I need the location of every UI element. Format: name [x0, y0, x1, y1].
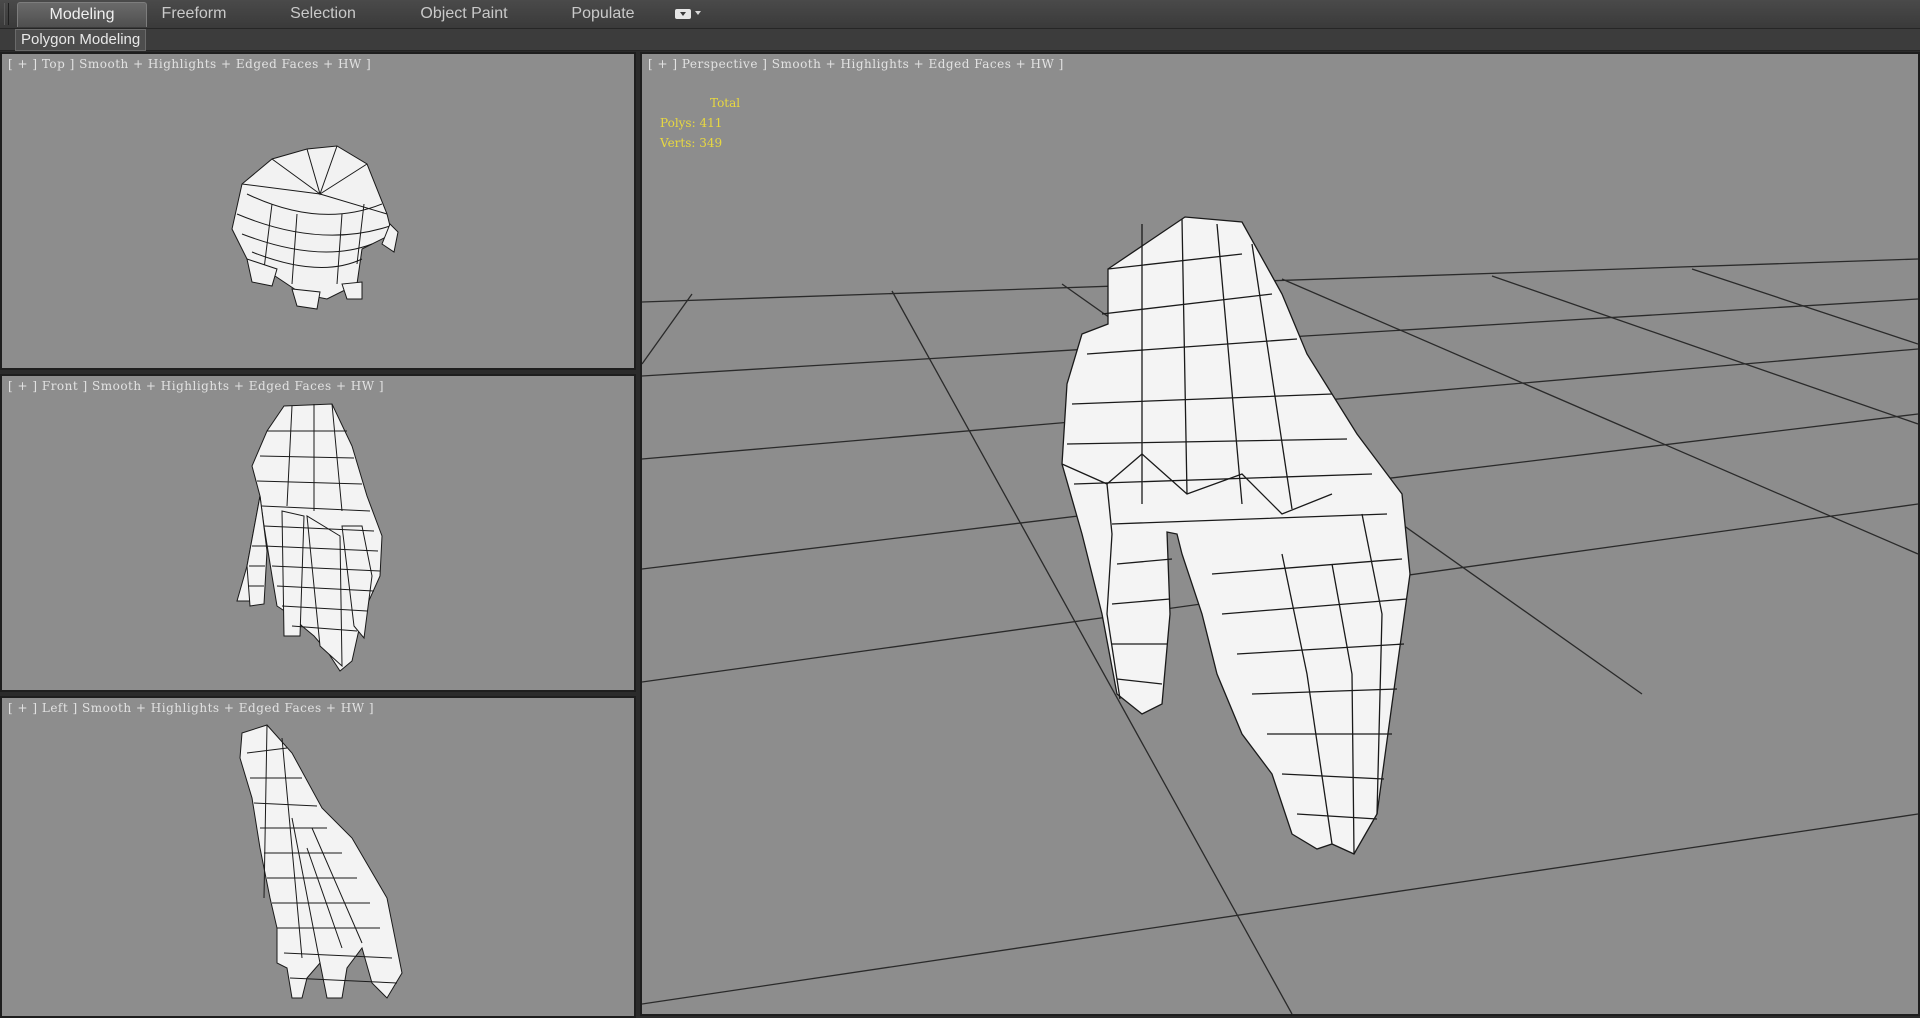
top-view-hand-mesh [231, 145, 399, 310]
chevron-down-icon [695, 11, 701, 15]
viewport-top[interactable]: [ + ] Top ] Smooth + Highlights + Edged … [0, 52, 636, 370]
tab-object-paint[interactable]: Object Paint [412, 2, 516, 26]
perspective-scene [642, 216, 1918, 1014]
ribbon-options-box [675, 9, 691, 19]
viewport-perspective[interactable]: [ + ] Perspective ] Smooth + Highlights … [640, 52, 1920, 1016]
tab-selection[interactable]: Selection [275, 2, 371, 26]
tab-freeform[interactable]: Freeform [148, 2, 240, 26]
hand-mesh [1061, 216, 1411, 855]
ribbon-tab-bar: Modeling Freeform Selection Object Paint… [0, 0, 1920, 29]
front-view-hand-mesh [236, 403, 383, 672]
polygon-modeling-panel-button[interactable]: Polygon Modeling [15, 29, 147, 51]
ribbon-options-icon[interactable] [672, 7, 706, 23]
viewport-front[interactable]: [ + ] Front ] Smooth + Highlights + Edge… [0, 374, 636, 692]
ribbon-grip[interactable] [4, 3, 9, 25]
left-view-hand-mesh [239, 724, 403, 999]
tab-populate[interactable]: Populate [561, 2, 645, 26]
tab-modeling[interactable]: Modeling [17, 2, 147, 27]
ribbon-panel-bar: Polygon Modeling [0, 29, 1920, 51]
viewport-left[interactable]: [ + ] Left ] Smooth + Highlights + Edged… [0, 696, 636, 1018]
